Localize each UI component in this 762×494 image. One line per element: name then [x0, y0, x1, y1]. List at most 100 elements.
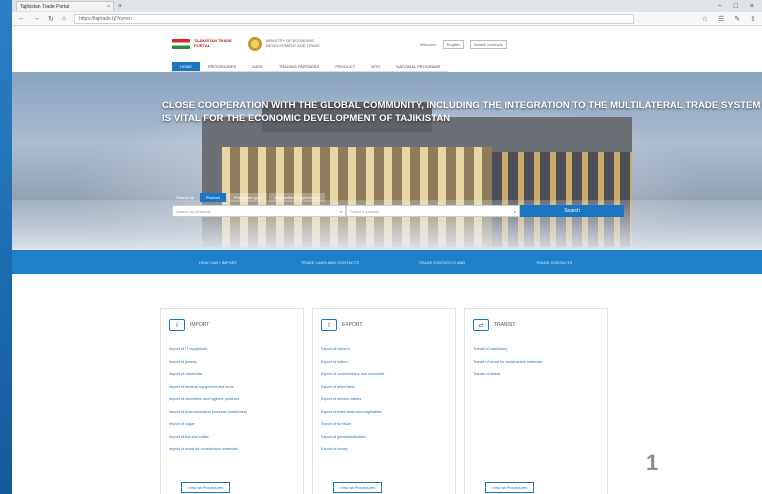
export-card: ⇧ EXPORT Export of cement Export of cott… — [312, 308, 456, 494]
ministry-logo[interactable]: MINISTRY OF ECONOMIC DEVELOPMENT AND TRA… — [248, 37, 336, 51]
card-header: ⇄ TRANSIT — [473, 319, 599, 331]
nav-procedures[interactable]: PROCEDURES — [200, 62, 245, 72]
search-tab-regulation[interactable]: Regulation / requirement — [268, 193, 325, 202]
hub-icon[interactable]: ☰ — [718, 15, 724, 23]
list-item[interactable]: Import of pharmaceutical products (medic… — [169, 406, 295, 419]
hero-title: CLOSE COOPERATION WITH THE GLOBAL COMMUN… — [162, 100, 761, 124]
browser-toolbar-icons: ☆ ☰ ✎ ⇪ — [702, 15, 756, 23]
list-item[interactable]: Export of honey — [321, 443, 447, 456]
card-title: TRANSIT — [494, 322, 516, 328]
search-tab-product[interactable]: Product — [200, 193, 226, 202]
product-select[interactable]: Select a product ▾ — [346, 205, 520, 217]
list-item[interactable]: Export of cotton — [321, 356, 447, 369]
import-card: ⇩ IMPORT Import of IT equipment Import o… — [160, 308, 304, 494]
list-item[interactable]: Import of tea and coffee — [169, 431, 295, 444]
truck-import-icon: ⇩ — [169, 319, 185, 331]
flag-icon — [172, 39, 190, 49]
minimize-icon[interactable]: − — [718, 3, 722, 10]
list-item[interactable]: Import of chemicals — [169, 368, 295, 381]
emblem-icon — [248, 37, 262, 51]
quicklink-statistics[interactable]: TRADE STATISTICS AND — [386, 260, 498, 265]
site-header: TAJIKISTAN TRADE PORTAL MINISTRY OF ECON… — [12, 26, 762, 62]
welcome-label: Welcome — [420, 41, 437, 47]
tab-strip: Tajikistan Trade Portal × + − □ × — [12, 0, 762, 12]
nav-home[interactable]: HOME — [172, 62, 200, 72]
search-by-label: Search by — [176, 195, 195, 200]
list-item[interactable]: Export of garments/textiles — [321, 431, 447, 444]
header-tools: Welcome English Search products — [420, 39, 507, 49]
language-select[interactable]: English — [442, 39, 464, 49]
procedure-list: Import of IT equipment Import of jewelry… — [169, 343, 295, 456]
procedure-list: Export of cement Export of cotton Export… — [321, 343, 447, 456]
list-item[interactable]: Export of electric cables — [321, 393, 447, 406]
search-tabs: Search by Product Procedure type Regulat… — [172, 193, 325, 202]
portal-logo[interactable]: TAJIKISTAN TRADE PORTAL — [172, 38, 234, 49]
procedure-cards: ⇩ IMPORT Import of IT equipment Import o… — [160, 308, 608, 494]
search-row: Search by keyword ▾ Select a product ▾ S… — [172, 205, 624, 217]
card-header: ⇧ EXPORT — [321, 319, 447, 331]
list-item[interactable]: Import of wood for construction material… — [169, 443, 295, 456]
card-header: ⇩ IMPORT — [169, 319, 295, 331]
home-icon[interactable]: ⌂ — [62, 15, 66, 22]
view-all-button[interactable]: View all Procedures — [333, 482, 383, 493]
truck-transit-icon: ⇄ — [473, 319, 489, 331]
address-bar-row: ← → ↻ ⌂ https://tajtrade.tj/?ru=en ☆ ☰ ✎… — [12, 12, 762, 26]
keyword-placeholder: Search by keyword — [176, 208, 211, 214]
search-tab-procedure[interactable]: Procedure type — [227, 193, 267, 202]
quicklinks-bar: HOW CAN I IMPORT TRADE LAWS AND CONTACTS… — [12, 250, 762, 274]
list-item[interactable]: Transit of wheat — [473, 368, 599, 381]
list-item[interactable]: Import of cosmetics and hygiene products — [169, 393, 295, 406]
tab-title: Tajikistan Trade Portal — [20, 3, 70, 10]
list-item[interactable]: Export of fresh fruits and vegetables — [321, 406, 447, 419]
card-title: EXPORT — [342, 322, 363, 328]
view-all-button[interactable]: View all Procedures — [485, 482, 535, 493]
list-item[interactable]: Export of furniture — [321, 418, 447, 431]
list-item[interactable]: Export of dried fruits — [321, 381, 447, 394]
browser-tab[interactable]: Tajikistan Trade Portal × — [16, 1, 114, 11]
quicklink-contacts[interactable]: TRADE CONTACTS — [498, 260, 610, 265]
card-title: IMPORT — [190, 322, 210, 328]
quicklink-import[interactable]: HOW CAN I IMPORT — [162, 260, 274, 265]
chevron-down-icon: ▾ — [513, 208, 516, 214]
chevron-down-icon: ▾ — [339, 208, 342, 214]
search-button[interactable]: Search — [520, 205, 624, 217]
list-item[interactable]: Transit of wood for construction materia… — [473, 356, 599, 369]
nav-national-programs[interactable]: NATIONAL PROGRAMS — [388, 62, 449, 72]
close-tab-icon[interactable]: × — [107, 4, 110, 10]
share-icon[interactable]: ⇪ — [750, 15, 756, 23]
nav-wto[interactable]: WTO — [363, 62, 389, 72]
list-item[interactable]: Transit of machinery — [473, 343, 599, 356]
ministry-text: MINISTRY OF ECONOMIC DEVELOPMENT AND TRA… — [266, 38, 321, 48]
list-item[interactable]: Export of confectionery and chocolate — [321, 368, 447, 381]
new-tab-icon[interactable]: + — [118, 3, 122, 10]
nav-product[interactable]: PRODUCT — [327, 62, 364, 72]
nav-gate[interactable]: GATE — [244, 62, 271, 72]
header-search[interactable]: Search products — [469, 39, 507, 49]
transit-card: ⇄ TRANSIT Transit of machinery Transit o… — [464, 308, 608, 494]
keyword-input[interactable]: Search by keyword ▾ — [172, 205, 346, 217]
main-nav: HOME PROCEDURES GATE TRADING PARTNERS PR… — [12, 62, 762, 72]
logo-text: TAJIKISTAN TRADE PORTAL — [194, 38, 232, 48]
product-placeholder: Select a product — [350, 208, 379, 214]
quicklink-laws[interactable]: TRADE LAWS AND CONTACTS — [274, 260, 386, 265]
hero-banner: CLOSE COOPERATION WITH THE GLOBAL COMMUN… — [12, 72, 762, 250]
list-item[interactable]: Import of medical equipment and tools — [169, 381, 295, 394]
box-export-icon: ⇧ — [321, 319, 337, 331]
back-icon[interactable]: ← — [18, 15, 25, 22]
list-item[interactable]: Export of cement — [321, 343, 447, 356]
list-item[interactable]: Import of IT equipment — [169, 343, 295, 356]
close-window-icon[interactable]: × — [750, 3, 754, 10]
list-item[interactable]: Import of sugar — [169, 418, 295, 431]
notes-icon[interactable]: ✎ — [734, 15, 740, 23]
list-item[interactable]: Import of jewelry — [169, 356, 295, 369]
procedure-list: Transit of machinery Transit of wood for… — [473, 343, 599, 381]
window-controls: − □ × — [718, 3, 762, 10]
favorite-icon[interactable]: ☆ — [702, 15, 708, 23]
refresh-icon[interactable]: ↻ — [48, 15, 54, 23]
maximize-icon[interactable]: □ — [734, 3, 738, 10]
url-field[interactable]: https://tajtrade.tj/?ru=en — [74, 13, 635, 24]
nav-trading-partners[interactable]: TRADING PARTNERS — [270, 62, 328, 72]
forward-icon[interactable]: → — [33, 15, 40, 22]
view-all-button[interactable]: View all Procedures — [181, 482, 231, 493]
slide-number: 1 — [646, 450, 659, 475]
